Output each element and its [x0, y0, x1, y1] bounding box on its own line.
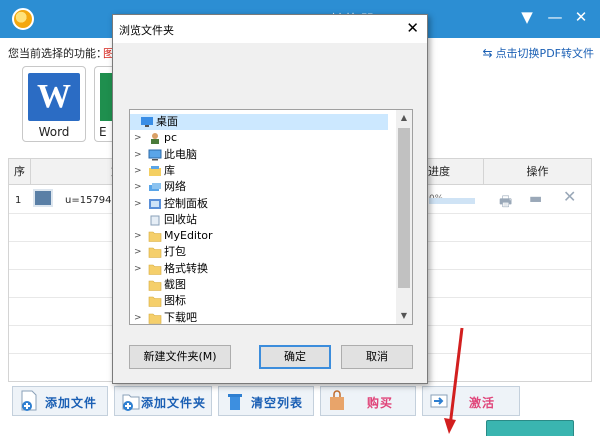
shopping-bag-icon — [330, 390, 344, 410]
scroll-up-icon[interactable]: ▲ — [396, 110, 412, 126]
folder-tree[interactable]: 桌面 > pc > 此电脑 > 库 > 网络 > 控制面板 回收站 > MyEditor > 打包 > 格式转换截… — [129, 109, 413, 325]
folder-icon — [148, 312, 162, 324]
add-folder-button[interactable]: 添加文件夹 — [114, 386, 212, 416]
tree-item[interactable]: > 库 — [130, 163, 396, 179]
tree-item[interactable]: > 下载吧 — [130, 310, 396, 324]
tree-item-label: 格式转换 — [164, 261, 208, 275]
expand-chevron-icon[interactable]: > — [134, 310, 144, 324]
tree-item[interactable]: > pc — [130, 130, 396, 146]
row-progress-bar — [429, 198, 475, 204]
library-icon — [148, 165, 162, 177]
tree-item[interactable]: > 控制面板 — [130, 196, 396, 212]
tree-item-label: 打包 — [164, 245, 186, 259]
user-icon — [148, 132, 162, 145]
network-icon — [148, 181, 162, 193]
buy-button[interactable]: 购买 — [320, 386, 416, 416]
folder-icon — [148, 263, 162, 275]
switch-mode-link[interactable]: ⇆ 点击切换PDF转文件 — [483, 45, 595, 61]
dialog-close-icon[interactable]: ✕ — [406, 19, 419, 37]
delete-icon[interactable]: ✕ — [563, 187, 576, 206]
minimize-icon[interactable]: — — [546, 8, 564, 26]
image-file-icon — [33, 189, 53, 207]
tree-scrollbar[interactable]: ▲ ▼ — [396, 110, 412, 324]
print-icon[interactable]: 🖶 — [499, 191, 512, 215]
expand-chevron-icon[interactable]: > — [134, 244, 144, 260]
expand-chevron-icon[interactable]: > — [134, 228, 144, 244]
tree-item-label: 回收站 — [164, 212, 197, 226]
format-excel-button[interactable]: E — [94, 66, 112, 142]
tree-item-label: 网络 — [164, 180, 186, 194]
buy-label: 购买 — [367, 396, 394, 410]
clear-list-button[interactable]: 清空列表 — [218, 386, 314, 416]
close-icon[interactable]: ✕ — [572, 8, 590, 26]
add-folder-icon — [122, 394, 140, 411]
tree-item[interactable]: 回收站 — [130, 212, 396, 228]
excel-icon — [100, 73, 112, 121]
tree-item-label: 库 — [164, 163, 175, 177]
tree-item-label: 控制面板 — [164, 196, 208, 210]
header-progress: 进度 — [419, 159, 483, 185]
format-word-button[interactable]: W Word — [22, 66, 86, 142]
start-convert-button[interactable] — [486, 420, 574, 436]
tree-item-label: MyEditor — [164, 229, 213, 243]
expand-chevron-icon[interactable]: > — [134, 179, 144, 195]
function-label: 您当前选择的功能： — [8, 47, 107, 60]
tree-item-label: 桌面 — [156, 115, 178, 128]
tree-item-label: pc — [164, 131, 178, 145]
scroll-down-icon[interactable]: ▼ — [396, 308, 412, 324]
trash-icon — [228, 394, 242, 410]
tree-item[interactable]: > MyEditor — [130, 228, 396, 244]
dialog-title: 浏览文件夹 — [119, 24, 174, 37]
expand-chevron-icon[interactable]: > — [134, 130, 144, 146]
folder-open-icon[interactable]: ▬ — [529, 191, 542, 207]
add-file-button[interactable]: 添加文件 — [12, 386, 108, 416]
folder-icon — [148, 295, 162, 308]
format-excel-label: E — [99, 125, 107, 139]
menu-dropdown-icon[interactable]: ▼ — [518, 8, 536, 26]
expand-chevron-icon[interactable]: > — [134, 196, 144, 212]
tree-item[interactable]: 桌面 — [130, 114, 388, 130]
red-arrow-annotation — [444, 327, 464, 434]
expand-chevron-icon[interactable]: > — [134, 147, 144, 163]
scroll-thumb[interactable] — [398, 128, 410, 288]
ok-button[interactable]: 确定 — [259, 345, 331, 369]
tree-item[interactable]: > 打包 — [130, 244, 396, 260]
folder-icon — [148, 246, 162, 259]
add-file-label: 添加文件 — [45, 396, 98, 410]
add-folder-label: 添加文件夹 — [141, 396, 207, 410]
tree-item[interactable]: > 格式转换 — [130, 261, 396, 277]
cancel-button[interactable]: 取消 — [341, 345, 413, 369]
word-icon: W — [28, 73, 80, 121]
tree-item[interactable]: 图标 — [130, 293, 396, 309]
folder-icon — [148, 230, 162, 242]
browse-folder-dialog: 浏览文件夹 ✕ 桌面 > pc > 此电脑 > 库 > 网络 > 控制面板 回收站 > MyEditor >… — [112, 14, 428, 384]
tree-item[interactable]: > 网络 — [130, 179, 396, 195]
control-panel-icon — [148, 198, 162, 210]
switch-icon: ⇆ — [482, 46, 493, 60]
expand-chevron-icon[interactable]: > — [134, 163, 144, 179]
tree-item[interactable]: 截图 — [130, 277, 396, 293]
add-file-icon — [21, 390, 37, 411]
dialog-titlebar: 浏览文件夹 ✕ — [113, 15, 427, 43]
tree-item-label: 此电脑 — [164, 147, 197, 161]
tree-item-label: 下载吧 — [164, 310, 197, 324]
tree-item-label: 截图 — [164, 278, 186, 291]
header-actions: 操作 — [483, 159, 591, 185]
header-index: 序 — [9, 159, 31, 185]
recycle-bin-icon — [148, 214, 162, 226]
clear-list-label: 清空列表 — [251, 396, 304, 410]
format-word-label: Word — [38, 125, 70, 139]
tree-item-label: 图标 — [164, 294, 186, 308]
folder-icon — [148, 279, 162, 291]
switch-mode-label: 点击切换PDF转文件 — [495, 47, 594, 60]
app-logo — [12, 8, 34, 30]
desktop-icon — [140, 116, 154, 128]
computer-icon — [148, 149, 162, 161]
row-index: 1 — [15, 195, 22, 206]
new-folder-button[interactable]: 新建文件夹(M) — [129, 345, 231, 369]
tree-item[interactable]: > 此电脑 — [130, 147, 396, 163]
expand-chevron-icon[interactable]: > — [134, 261, 144, 277]
